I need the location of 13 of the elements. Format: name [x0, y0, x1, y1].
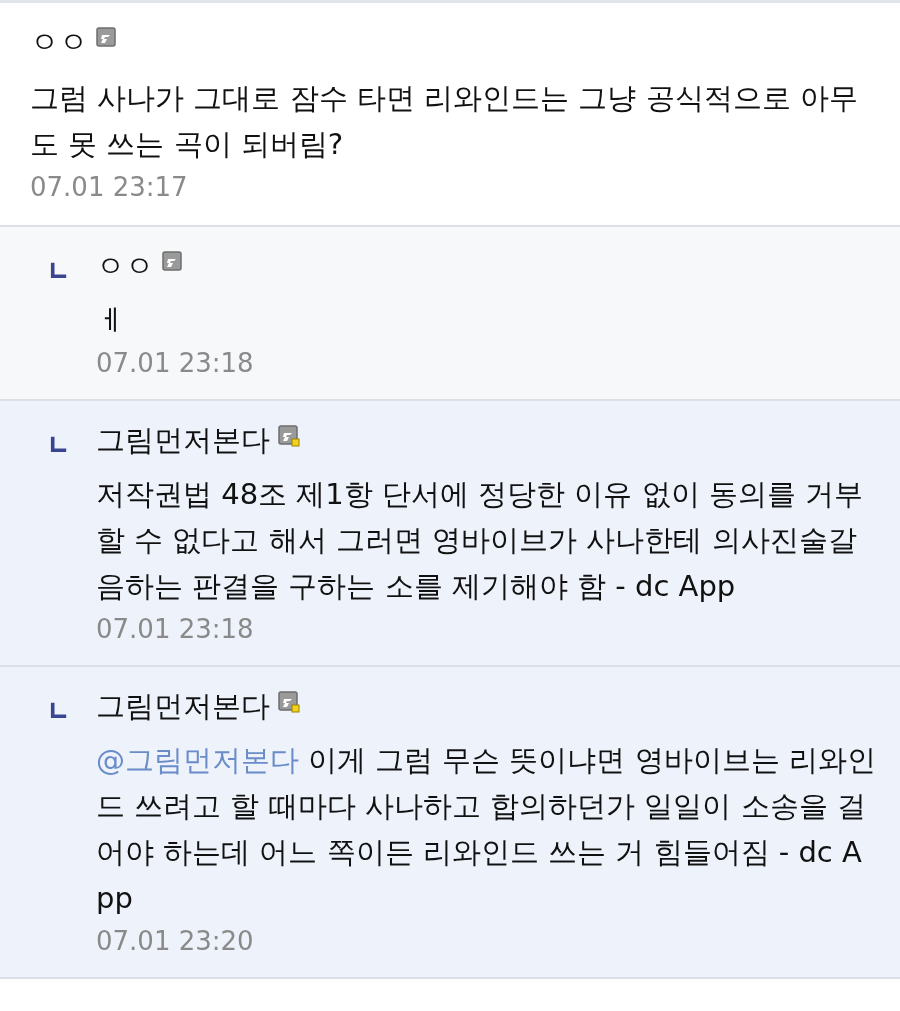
comment-text: @그림먼저본다 이게 그럼 무슨 뜻이냐면 영바이브는 리와인드 쓰려고 할 때마다 사나하고 합의하던가 일일이 소송을 걸어야 하는데 어느 쪽이든 리와인드 쓰는 거 힘들어짐 - dc App	[96, 742, 877, 917]
author-name: 그림먼저본다	[96, 688, 270, 725]
mention-link[interactable]: @그림먼저본다	[96, 743, 299, 777]
comment-time: 07.01 23:20	[96, 925, 255, 958]
comment-text: 저작권법 48조 제1항 단서에 정당한 이유 없이 동의를 거부할 수 없다고 해서 그러면 영바이브가 사나한테 의사진술갈음하는 판결을 구하는 소를 제기해야 함 - dc App	[96, 476, 865, 605]
comment-text: ㅔ	[96, 302, 126, 339]
comment-time: 07.01 23:18	[96, 347, 255, 380]
comment-text: 그럼 사나가 그대로 잠수 타면 리와인드는 그냥 공식적으로 아무도 못 쓰는 곡이 되버림?	[30, 80, 859, 163]
author-name: ㅇㅇ	[30, 24, 88, 61]
comment-time: 07.01 23:18	[96, 613, 255, 646]
author-name: ㅇㅇ	[96, 248, 154, 285]
comment-time: 07.01 23:17	[30, 171, 189, 204]
author-name: 그림먼저본다	[96, 422, 270, 459]
